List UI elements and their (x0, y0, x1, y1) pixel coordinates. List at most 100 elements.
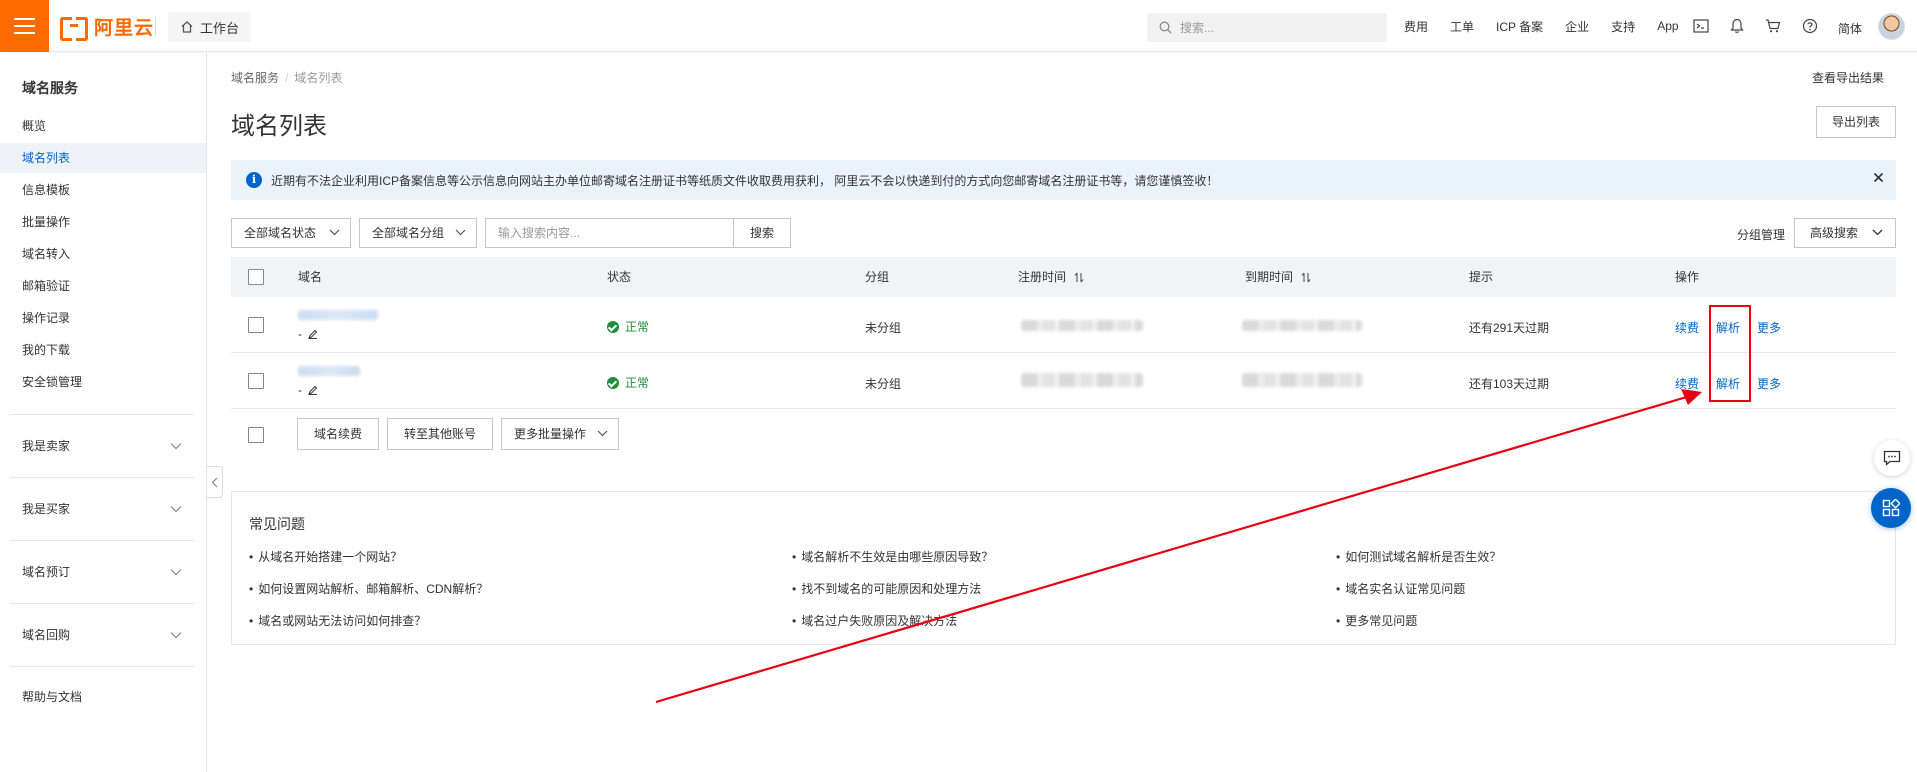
help-icon[interactable] (1802, 18, 1818, 34)
select-all-checkbox[interactable] (248, 269, 264, 285)
faq-link[interactable]: 找不到域名的可能原因和处理方法 (792, 580, 981, 597)
header-hint: 提示 (1469, 270, 1494, 284)
page-title: 域名列表 (231, 113, 327, 140)
expiry-hint: 还有103天过期 (1469, 377, 1550, 391)
sidebar-item-help-docs[interactable]: 帮助与文档 (0, 682, 206, 712)
advanced-search-button[interactable]: 高级搜索 (1794, 218, 1896, 248)
domain-name-link[interactable] (298, 366, 360, 376)
domain-status-value: 全部域名状态 (244, 226, 317, 240)
transfer-account-button[interactable]: 转至其他账号 (387, 418, 493, 450)
bell-icon[interactable] (1729, 18, 1745, 34)
header-reg-time[interactable]: 注册时间 (1018, 257, 1084, 297)
cart-icon[interactable] (1765, 18, 1781, 34)
language-switch[interactable]: 简体 (1838, 20, 1862, 37)
sidebar-item-transfer-in[interactable]: 域名转入 (0, 239, 206, 269)
more-link[interactable]: 更多 (1757, 319, 1781, 336)
divider (155, 17, 156, 35)
edit-icon[interactable] (308, 329, 318, 339)
sidebar-group-preorder[interactable]: 域名预订 (0, 557, 206, 587)
row-checkbox[interactable] (248, 373, 264, 389)
resolve-link[interactable]: 解析 (1716, 319, 1740, 336)
resolve-link[interactable]: 解析 (1716, 375, 1740, 392)
sidebar-group-buyer[interactable]: 我是买家 (0, 494, 206, 524)
sidebar-item-overview[interactable]: 概览 (0, 111, 206, 141)
nav-billing[interactable]: 费用 (1404, 18, 1428, 35)
user-avatar[interactable] (1878, 13, 1905, 40)
row-checkbox[interactable] (248, 317, 264, 333)
nav-icp[interactable]: ICP 备案 (1496, 18, 1543, 35)
sidebar-item-email-verify[interactable]: 邮箱验证 (0, 271, 206, 301)
sidebar-item-domain-list[interactable]: 域名列表 (0, 143, 206, 173)
nav-app[interactable]: App (1657, 19, 1678, 33)
edit-icon[interactable] (308, 385, 318, 395)
expiry-hint: 还有291天过期 (1469, 321, 1550, 335)
header-exp-time[interactable]: 到期时间 (1245, 257, 1311, 297)
hamburger-menu-button[interactable] (0, 0, 49, 52)
notice-text: 近期有不法企业利用ICP备案信息等公示信息向网站主办单位邮寄域名注册证书等纸质文… (271, 173, 1219, 188)
exp-time-value (1242, 373, 1362, 387)
notice-banner: i 近期有不法企业利用ICP备案信息等公示信息向网站主办单位邮寄域名注册证书等纸… (231, 160, 1896, 200)
sidebar-item-info-template[interactable]: 信息模板 (0, 175, 206, 205)
breadcrumb-root[interactable]: 域名服务 (231, 71, 279, 85)
view-export-results-link[interactable]: 查看导出结果 (1812, 69, 1884, 86)
reg-time-value (1021, 320, 1143, 331)
close-icon[interactable] (1873, 172, 1884, 183)
group-management-link[interactable]: 分组管理 (1737, 226, 1785, 243)
sidebar-group-seller[interactable]: 我是卖家 (0, 431, 206, 461)
header-domain: 域名 (298, 270, 323, 284)
chevron-down-icon (597, 430, 608, 437)
renew-link[interactable]: 续费 (1675, 375, 1699, 392)
chevron-down-icon (1872, 229, 1883, 236)
domain-status-select[interactable]: 全部域名状态 (231, 218, 351, 248)
sidebar-item-downloads[interactable]: 我的下载 (0, 335, 206, 365)
check-circle-icon (607, 320, 619, 333)
export-list-button[interactable]: 导出列表 (1816, 106, 1896, 138)
breadcrumb: 域名服务 / 域名列表 (231, 69, 342, 86)
header-status: 状态 (607, 270, 632, 284)
more-bulk-ops-button[interactable]: 更多批量操作 (501, 418, 619, 450)
sidebar-collapse-toggle[interactable] (207, 466, 223, 498)
more-bulk-ops-label: 更多批量操作 (514, 427, 587, 441)
sidebar-item-batch-ops[interactable]: 批量操作 (0, 207, 206, 237)
search-icon (1159, 21, 1172, 34)
faq-link[interactable]: 域名实名认证常见问题 (1336, 580, 1465, 597)
faq-link[interactable]: 如何测试域名解析是否生效？ (1336, 548, 1501, 565)
nav-tickets[interactable]: 工单 (1450, 18, 1474, 35)
renew-link[interactable]: 续费 (1675, 319, 1699, 336)
cloud-shell-icon[interactable] (1693, 18, 1709, 34)
faq-link[interactable]: 域名或网站无法访问如何排查？ (249, 612, 426, 629)
chevron-down-icon (170, 506, 182, 513)
domain-group-select[interactable]: 全部域名分组 (359, 218, 477, 248)
domain-name-link[interactable] (298, 310, 378, 320)
faq-link[interactable]: 更多常见问题 (1336, 612, 1417, 629)
sidebar-item-op-records[interactable]: 操作记录 (0, 303, 206, 333)
nav-enterprise[interactable]: 企业 (1565, 18, 1589, 35)
domain-group-value: 全部域名分组 (372, 226, 445, 240)
more-link[interactable]: 更多 (1757, 375, 1781, 392)
divider (10, 666, 194, 667)
sort-icon (1301, 272, 1311, 283)
chevron-down-icon (170, 443, 182, 450)
search-button[interactable]: 搜索 (733, 218, 791, 248)
faq-link[interactable]: 域名过户失败原因及解决方法 (792, 612, 957, 629)
info-icon: i (246, 172, 262, 188)
keyword-search-input[interactable] (485, 218, 734, 248)
bulk-select-checkbox[interactable] (248, 427, 264, 443)
feedback-chat-button[interactable] (1874, 440, 1910, 476)
sidebar-item-security-lock[interactable]: 安全锁管理 (0, 367, 206, 397)
status-badge: 正常 (607, 318, 649, 335)
search-placeholder: 搜索... (1180, 21, 1215, 35)
sidebar-group-buyback[interactable]: 域名回购 (0, 620, 206, 650)
faq-link[interactable]: 从域名开始搭建一个网站？ (249, 548, 402, 565)
workbench-button[interactable]: 工作台 (168, 12, 252, 42)
aliyun-logo-icon (60, 17, 88, 41)
global-search-input[interactable]: 搜索... (1147, 13, 1387, 42)
nav-support[interactable]: 支持 (1611, 18, 1635, 35)
divider (10, 540, 194, 541)
aliyun-logo[interactable]: 阿里云 (60, 14, 154, 41)
faq-link[interactable]: 如何设置网站解析、邮箱解析、CDN解析？ (249, 580, 488, 597)
faq-link[interactable]: 域名解析不生效是由哪些原因导致？ (792, 548, 993, 565)
quick-apps-button[interactable] (1871, 488, 1911, 528)
sidebar-group-label: 域名预订 (22, 565, 71, 579)
bulk-renew-button[interactable]: 域名续费 (297, 418, 379, 450)
